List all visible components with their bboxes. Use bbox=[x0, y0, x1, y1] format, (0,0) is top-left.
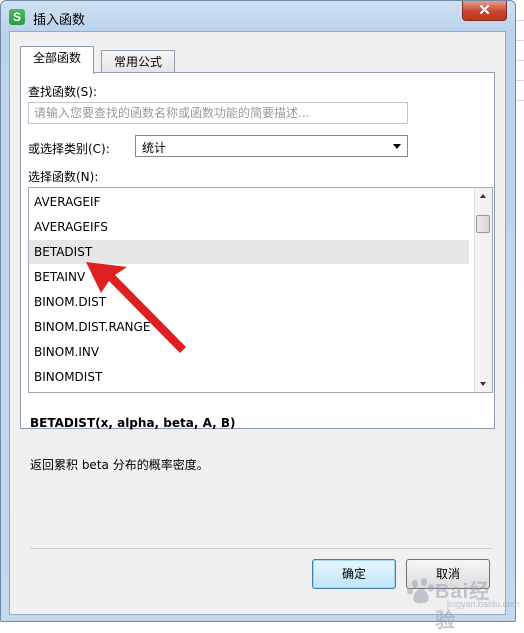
list-item[interactable]: BETAINV bbox=[29, 265, 469, 289]
search-label: 查找函数(S): bbox=[28, 85, 98, 99]
scroll-down-arrow-icon[interactable] bbox=[475, 375, 492, 392]
grid-line bbox=[516, 60, 524, 61]
list-item[interactable]: BINOMDIST bbox=[29, 365, 469, 389]
tab-common-formulas[interactable]: 常用公式 bbox=[101, 50, 176, 74]
dialog-body: 全部函数 常用公式 查找函数(S): 或选择类别(C): 统计 选择函数(N):… bbox=[9, 31, 506, 615]
function-description: 返回累积 beta 分布的概率密度。 bbox=[30, 458, 209, 472]
list-item[interactable]: BINOM.DIST.RANGE bbox=[29, 315, 469, 339]
function-signature: BETADIST(x, alpha, beta, A, B) bbox=[30, 416, 236, 430]
close-button[interactable]: ✕ bbox=[462, 1, 507, 21]
category-selected-value: 统计 bbox=[142, 141, 167, 155]
grid-line bbox=[516, 100, 524, 101]
list-item[interactable]: BINOM.DIST bbox=[29, 290, 469, 314]
dialog-title: 插入函数 bbox=[33, 13, 86, 28]
list-item[interactable]: AVERAGEIF bbox=[29, 190, 469, 214]
list-item[interactable]: AVERAGEIFS bbox=[29, 215, 469, 239]
category-label: 或选择类别(C): bbox=[28, 142, 110, 156]
list-item[interactable]: BINOM.INV bbox=[29, 340, 469, 364]
title-bar[interactable]: S 插入函数 ✕ bbox=[1, 1, 515, 31]
search-input[interactable] bbox=[28, 102, 408, 124]
grid-line bbox=[516, 40, 524, 41]
app-logo-icon: S bbox=[9, 9, 25, 25]
chevron-down-icon bbox=[393, 144, 401, 149]
function-list-label: 选择函数(N): bbox=[28, 170, 99, 184]
ok-button[interactable]: 确定 bbox=[312, 559, 396, 589]
scroll-up-arrow-icon[interactable] bbox=[475, 188, 492, 205]
background-spreadsheet-edge bbox=[516, 0, 524, 627]
category-select[interactable]: 统计 bbox=[135, 135, 408, 157]
grid-line bbox=[516, 20, 524, 21]
tab-all-functions[interactable]: 全部函数 bbox=[20, 46, 95, 74]
scrollbar-thumb[interactable] bbox=[476, 215, 490, 233]
list-item-selected[interactable]: BETADIST bbox=[29, 240, 469, 264]
function-listbox[interactable]: AVERAGEIF AVERAGEIFS BETADIST BETAINV BI… bbox=[28, 187, 493, 393]
insert-function-dialog: S 插入函数 ✕ 全部函数 常用公式 查找函数(S): 或选择类别(C): 统计… bbox=[0, 0, 516, 622]
cancel-button[interactable]: 取消 bbox=[406, 559, 490, 589]
grid-line bbox=[516, 80, 524, 81]
list-scrollbar[interactable] bbox=[474, 188, 492, 392]
divider bbox=[30, 548, 492, 549]
